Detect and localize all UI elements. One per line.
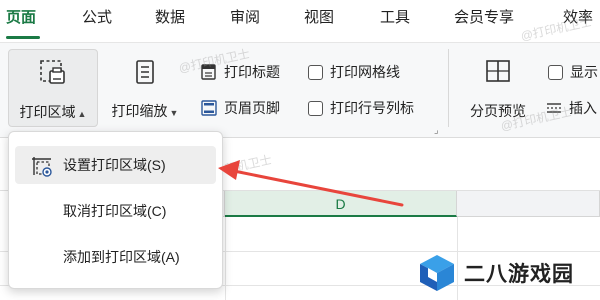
tab-data[interactable]: 数据 (155, 8, 185, 28)
print-gridlines-checkbox[interactable] (308, 64, 323, 80)
tab-formula[interactable]: 公式 (82, 8, 112, 28)
print-area-label: 打印区域 (19, 104, 76, 120)
column-header[interactable] (457, 191, 600, 217)
print-area-dropdown-menu: 设置打印区域(S) 取消打印区域(C) 添加到打印区域(A) (8, 131, 223, 289)
print-titles-label: 打印标题 (224, 64, 280, 80)
tab-member[interactable]: 会员专享 (454, 8, 514, 28)
show-option[interactable]: 显示 (548, 61, 598, 83)
print-titles-icon (201, 64, 216, 80)
ribbon-toolbar: 打印区域 ▲ 打印缩放 ▼ 打印标题 页眉页脚 打印网格线 打印行号列标 ⌟ 分… (0, 42, 600, 138)
chevron-up-icon: ▲ (77, 109, 87, 119)
show-label: 显示 (570, 64, 598, 80)
tab-review[interactable]: 审阅 (230, 8, 260, 28)
ribbon-separator (448, 49, 449, 127)
tab-efficiency[interactable]: 效率 (563, 8, 593, 28)
tab-page[interactable]: 页面 (6, 8, 36, 28)
print-area-button[interactable]: 打印区域 ▲ (8, 49, 98, 127)
menu-tab-bar: 页面 公式 数据 审阅 视图 工具 会员专享 效率 (0, 0, 600, 40)
active-tab-indicator (6, 36, 40, 39)
tab-view[interactable]: 视图 (304, 8, 334, 28)
print-scale-label: 打印缩放 (111, 103, 168, 119)
chevron-down-icon: ▼ (169, 108, 179, 118)
cube-logo-icon (420, 255, 454, 291)
set-print-area-item[interactable]: 设置打印区域(S) (15, 146, 216, 184)
print-row-col-checkbox[interactable] (308, 100, 323, 116)
cancel-print-area-label: 取消打印区域(C) (63, 203, 167, 219)
header-footer-button[interactable]: 页眉页脚 (200, 97, 280, 119)
cancel-print-area-item[interactable]: 取消打印区域(C) (15, 192, 216, 230)
header-footer-icon (201, 100, 217, 116)
page-break-preview-label: 分页预览 (470, 103, 526, 119)
page-break-preview-icon (486, 60, 510, 82)
print-scale-button[interactable]: 打印缩放 ▼ (102, 49, 188, 127)
insert-label: 插入 (569, 100, 597, 116)
insert-button[interactable]: 插入 (545, 97, 597, 119)
add-to-print-area-item[interactable]: 添加到打印区域(A) (15, 238, 216, 276)
header-footer-label: 页眉页脚 (224, 100, 280, 116)
add-to-print-area-label: 添加到打印区域(A) (63, 249, 180, 265)
column-header-d[interactable]: D (225, 191, 457, 217)
dialog-launcher-icon[interactable]: ⌟ (434, 125, 439, 136)
print-scale-icon (136, 60, 154, 84)
print-gridlines-label: 打印网格线 (330, 64, 400, 80)
set-print-area-icon (32, 157, 52, 177)
print-titles-button[interactable]: 打印标题 (200, 61, 280, 83)
site-logo: 二八游戏园 (416, 250, 596, 296)
print-gridlines-option[interactable]: 打印网格线 (308, 61, 400, 83)
page-break-preview-button[interactable]: 分页预览 (460, 49, 536, 127)
print-row-col-label: 打印行号列标 (330, 100, 414, 116)
print-area-icon (40, 60, 65, 84)
show-checkbox[interactable] (548, 64, 563, 80)
tab-tools[interactable]: 工具 (380, 8, 410, 28)
app-window: 页面 公式 数据 审阅 视图 工具 会员专享 效率 打印区域 ▲ 打印缩放 ▼ … (0, 0, 600, 300)
logo-text: 二八游戏园 (464, 263, 574, 286)
print-row-col-option[interactable]: 打印行号列标 (308, 97, 414, 119)
set-print-area-label: 设置打印区域(S) (63, 157, 166, 173)
insert-page-break-icon (547, 103, 561, 113)
